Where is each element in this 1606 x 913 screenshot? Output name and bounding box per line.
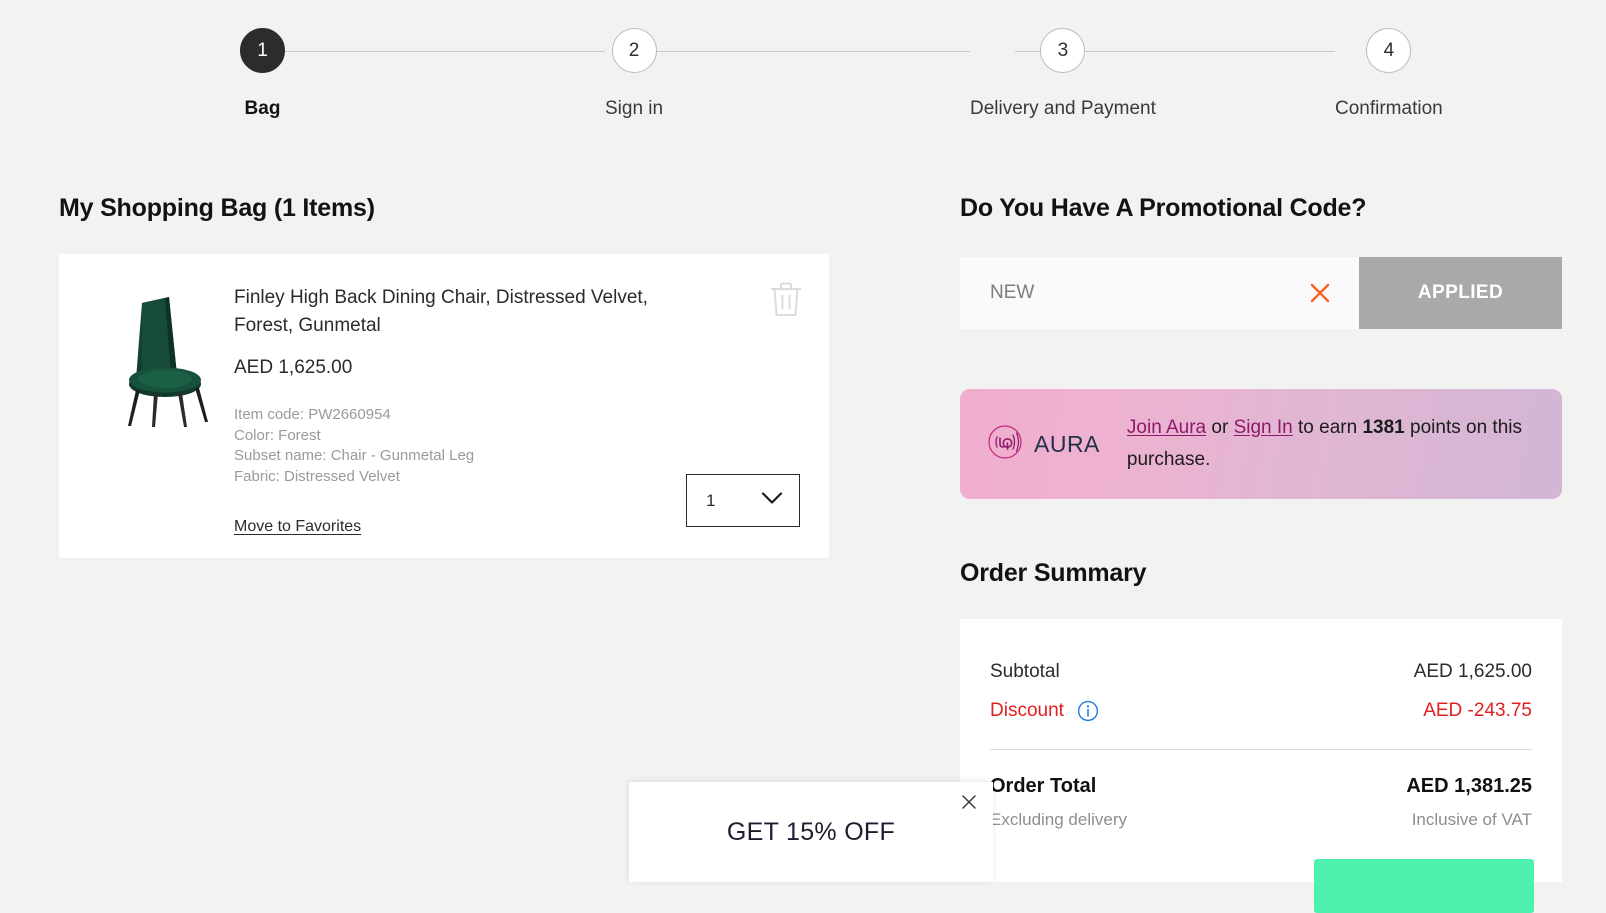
order-total-label: Order Total (990, 775, 1097, 798)
promo-code-input[interactable] (960, 257, 1359, 329)
info-icon[interactable] (1077, 700, 1099, 722)
summary-row-subtotal: Subtotal AED 1,625.00 (990, 661, 1532, 683)
aura-mark-icon (984, 421, 1026, 468)
product-color: Color: Forest (234, 426, 321, 444)
product-fabric: Fabric: Distressed Velvet (234, 467, 400, 485)
aura-loyalty-banner: AURA Join Aura or Sign In to earn 1381 p… (960, 389, 1562, 499)
checkout-button[interactable] (1314, 859, 1534, 913)
summary-row-note: Excluding delivery Inclusive of VAT (990, 810, 1532, 830)
order-summary-title: Order Summary (960, 559, 1147, 587)
sign-in-link[interactable]: Sign In (1234, 417, 1293, 438)
stepper-step-number: 4 (1366, 28, 1412, 73)
aura-middle-text: to earn (1292, 417, 1363, 438)
stepper-step-confirmation[interactable]: 4 Confirmation (1335, 28, 1443, 120)
inclusive-vat-note: Inclusive of VAT (1411, 810, 1532, 830)
discount-value: AED -243.75 (1423, 700, 1532, 721)
product-item-code: Item code: PW2660954 (234, 406, 391, 423)
product-details: Finley High Back Dining Chair, Distresse… (234, 284, 684, 536)
product-attributes: Item code: PW2660954 Color: Forest Subse… (234, 405, 684, 487)
subtotal-label: Subtotal (990, 661, 1060, 682)
stepper-connector-1-2 (285, 51, 605, 52)
order-summary-card: Subtotal AED 1,625.00 Discount AED -243.… (960, 619, 1562, 913)
stepper-step-label: Bag (244, 98, 281, 119)
stepper-step-delivery-and-payment[interactable]: 3 Delivery and Payment (970, 28, 1156, 120)
chevron-down-icon (761, 491, 783, 510)
aura-banner-text: Join Aura or Sign In to earn 1381 points… (1127, 412, 1547, 476)
product-name: Finley High Back Dining Chair, Distresse… (234, 287, 648, 336)
clear-promo-icon[interactable] (1307, 280, 1333, 306)
aura-logo-text: AURA (1034, 430, 1100, 457)
stepper-step-label: Confirmation (1335, 98, 1443, 119)
stepper-step-sign-in[interactable]: 2 Sign in (605, 28, 663, 120)
promo-section-title: Do You Have A Promotional Code? (960, 194, 1367, 222)
product-image[interactable] (95, 280, 245, 430)
close-icon[interactable] (959, 792, 979, 812)
promo-code-row: APPLIED (960, 257, 1562, 329)
stepper-connector-2-3 (650, 51, 970, 52)
bag-item-card: Finley High Back Dining Chair, Distresse… (59, 254, 829, 558)
product-price: AED 1,625.00 (234, 357, 353, 378)
aura-or-text: or (1206, 417, 1234, 438)
apply-promo-button[interactable]: APPLIED (1359, 257, 1562, 329)
stepper-step-bag[interactable]: 1 Bag (240, 28, 285, 120)
order-total-value: AED 1,381.25 (1406, 775, 1532, 798)
discount-label-group: Discount (990, 700, 1099, 722)
quantity-value: 1 (706, 490, 716, 510)
promo-popup-text: GET 15% OFF (726, 817, 896, 846)
product-subset-name: Subset name: Chair - Gunmetal Leg (234, 447, 475, 464)
summary-row-discount: Discount AED -243.75 (990, 700, 1532, 722)
stepper-step-label: Delivery and Payment (970, 98, 1156, 119)
stepper-step-number: 1 (240, 28, 285, 73)
remove-item-button[interactable] (769, 280, 803, 318)
summary-divider (990, 749, 1532, 751)
promo-input-wrapper (960, 257, 1359, 329)
page-title: My Shopping Bag (1 Items) (59, 194, 375, 222)
promo-popup: GET 15% OFF (629, 782, 993, 882)
excluding-delivery-note: Excluding delivery (990, 810, 1128, 830)
stepper-step-label: Sign in (605, 98, 664, 119)
aura-logo: AURA (984, 421, 1100, 468)
stepper-step-number: 3 (1040, 28, 1086, 73)
join-aura-link[interactable]: Join Aura (1127, 417, 1206, 438)
stepper-step-number: 2 (611, 28, 657, 73)
move-to-favorites-link[interactable]: Move to Favorites (234, 518, 361, 536)
aura-points-value: 1381 (1362, 417, 1405, 438)
discount-label: Discount (990, 700, 1064, 722)
subtotal-value: AED 1,625.00 (1413, 661, 1532, 682)
quantity-select[interactable]: 1 (686, 474, 800, 527)
summary-row-order-total: Order Total AED 1,381.25 (990, 775, 1532, 798)
checkout-stepper: 1 Bag 2 Sign in 3 Delivery and Payment 4… (0, 0, 1606, 140)
